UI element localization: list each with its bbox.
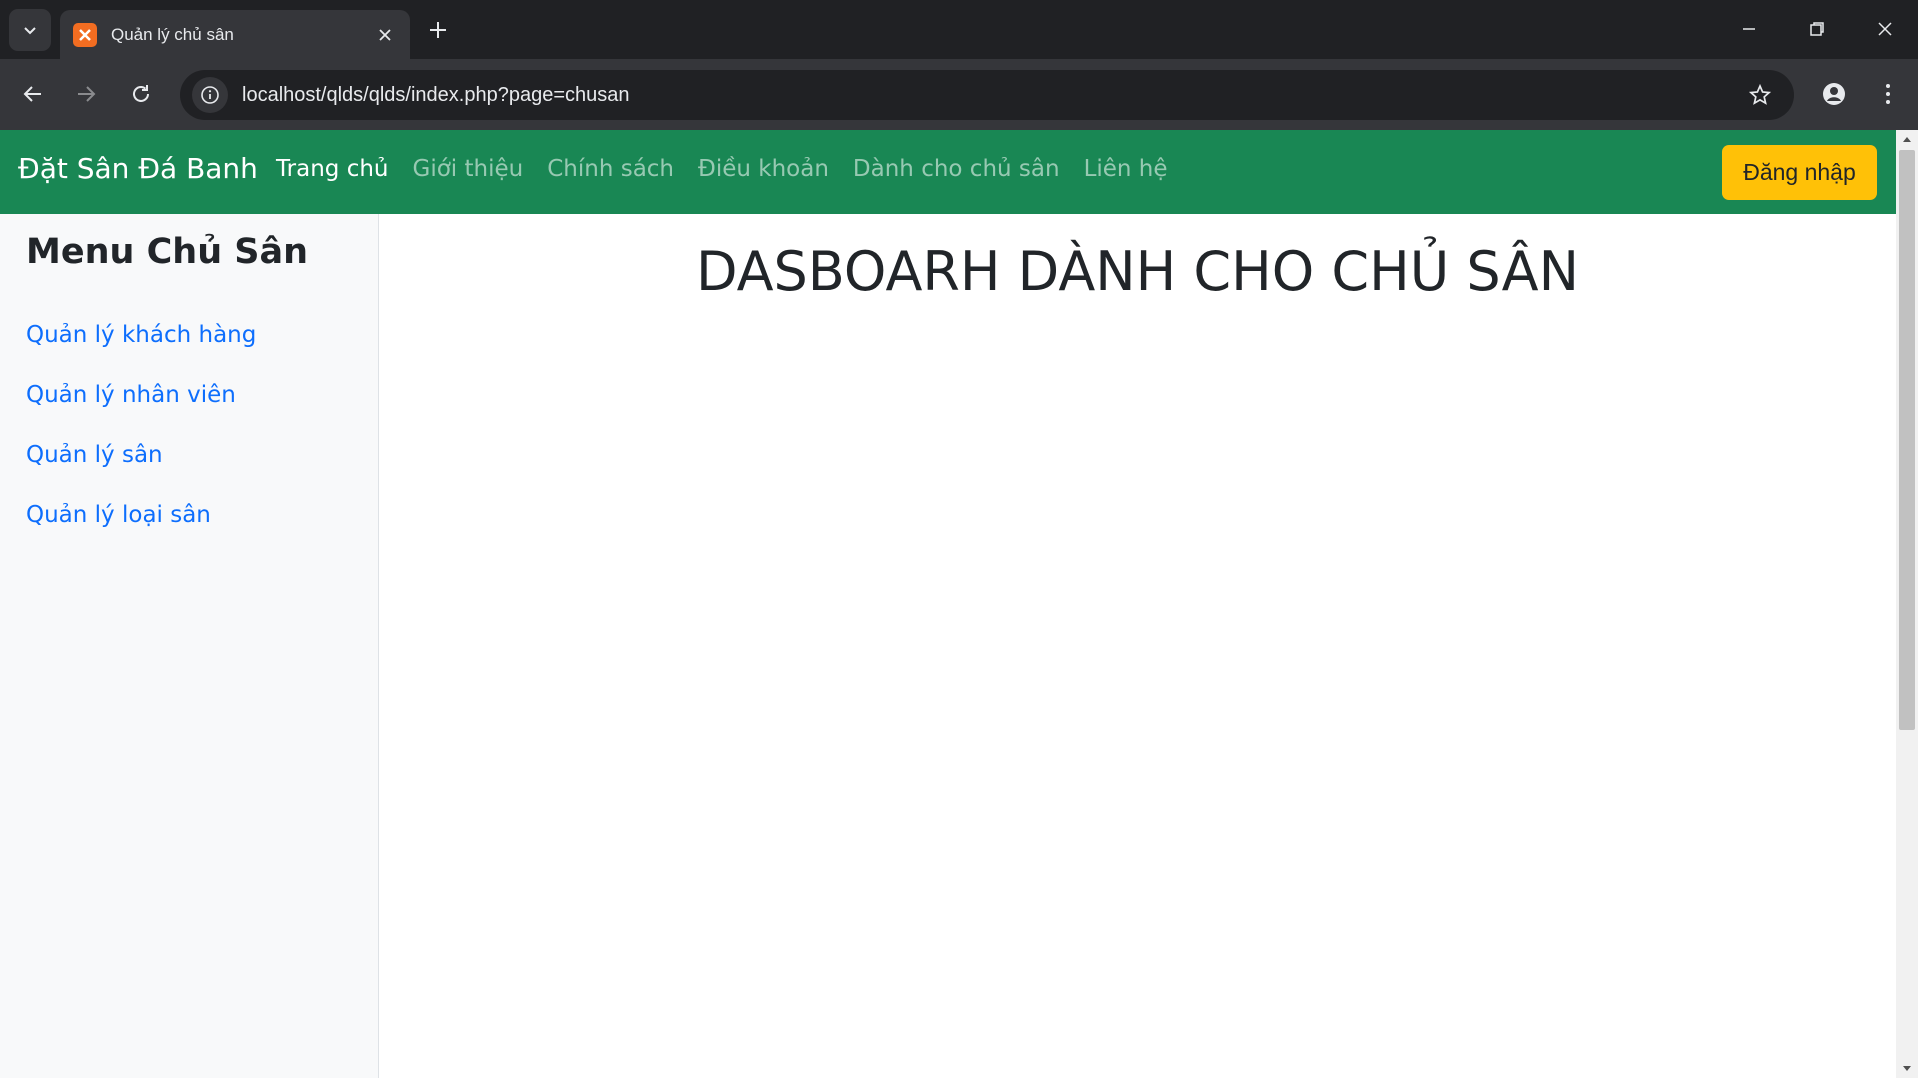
navbar-brand[interactable]: Đặt Sân Đá Banh: [18, 152, 258, 185]
browser-menu-button[interactable]: [1870, 76, 1906, 112]
restore-icon: [1810, 22, 1824, 36]
nav-link-danh-cho-chu-san[interactable]: Dành cho chủ sân: [853, 156, 1060, 182]
browser-toolbar: localhost/qlds/qlds/index.php?page=chusa…: [0, 59, 1918, 130]
sidebar-item-khach-hang[interactable]: Quản lý khách hàng: [26, 322, 256, 382]
favicon-icon: [73, 22, 97, 47]
arrow-up-icon: [1903, 137, 1911, 142]
sidebar-item-loai-san[interactable]: Quản lý loại sân: [26, 502, 256, 562]
restore-button[interactable]: [1792, 8, 1842, 50]
address-bar[interactable]: localhost/qlds/qlds/index.php?page=chusa…: [180, 70, 1794, 120]
tab-search-button[interactable]: [9, 9, 51, 51]
sidebar-item-nhan-vien[interactable]: Quản lý nhân viên: [26, 382, 256, 442]
more-vertical-icon: [1886, 84, 1890, 104]
window-close-button[interactable]: [1860, 8, 1910, 50]
new-tab-button[interactable]: [422, 14, 454, 46]
arrow-down-icon: [1903, 1066, 1911, 1071]
plus-icon: [430, 22, 446, 38]
scroll-up-arrow[interactable]: [1896, 130, 1918, 148]
login-button[interactable]: Đăng nhập: [1722, 145, 1877, 200]
site-info-icon[interactable]: [192, 77, 228, 113]
minimize-button[interactable]: [1724, 8, 1774, 50]
nav-link-lien-he[interactable]: Liên hệ: [1084, 156, 1168, 182]
sidebar-menu: Quản lý khách hàng Quản lý nhân viên Quả…: [26, 322, 256, 562]
forward-icon: [78, 86, 96, 102]
chevron-down-icon: [24, 27, 36, 35]
reload-button[interactable]: [123, 76, 159, 112]
profile-button[interactable]: [1816, 76, 1852, 112]
profile-icon: [1823, 83, 1845, 105]
forward-button[interactable]: [68, 76, 104, 112]
sidebar: Menu Chủ Sân Quản lý khách hàng Quản lý …: [0, 214, 379, 1078]
reload-icon: [133, 85, 149, 102]
back-icon: [23, 86, 41, 102]
browser-tab[interactable]: Quản lý chủ sân: [60, 10, 410, 59]
minimize-icon: [1743, 28, 1755, 30]
browser-tab-strip: Quản lý chủ sân: [0, 0, 1918, 59]
tab-close-button[interactable]: [370, 20, 400, 50]
top-navbar: Đặt Sân Đá Banh Trang chủ Giới thiệu Chí…: [0, 130, 1896, 214]
scrollbar-thumb[interactable]: [1899, 150, 1915, 730]
nav-link-gioi-thieu[interactable]: Giới thiệu: [413, 156, 524, 182]
nav-links: Trang chủ Giới thiệu Chính sách Điều kho…: [276, 156, 1168, 182]
page-viewport: Đặt Sân Đá Banh Trang chủ Giới thiệu Chí…: [0, 130, 1896, 1078]
star-icon: [1749, 84, 1771, 105]
page-title: DASBOARH DÀNH CHO CHỦ SÂN: [695, 240, 1580, 303]
back-button[interactable]: [15, 76, 51, 112]
page-scrollbar[interactable]: [1896, 130, 1918, 1078]
close-icon: [379, 28, 391, 41]
bookmark-button[interactable]: [1740, 75, 1780, 115]
nav-link-chinh-sach[interactable]: Chính sách: [547, 156, 674, 182]
sidebar-title: Menu Chủ Sân: [26, 232, 309, 272]
nav-link-trang-chu[interactable]: Trang chủ: [276, 156, 389, 182]
sidebar-item-san[interactable]: Quản lý sân: [26, 442, 256, 502]
nav-link-dieu-khoan[interactable]: Điều khoản: [698, 156, 829, 182]
url-text[interactable]: localhost/qlds/qlds/index.php?page=chusa…: [242, 84, 1740, 107]
scroll-down-arrow[interactable]: [1896, 1060, 1918, 1078]
window-close-icon: [1878, 22, 1892, 36]
tab-title: Quản lý chủ sân: [111, 24, 234, 44]
